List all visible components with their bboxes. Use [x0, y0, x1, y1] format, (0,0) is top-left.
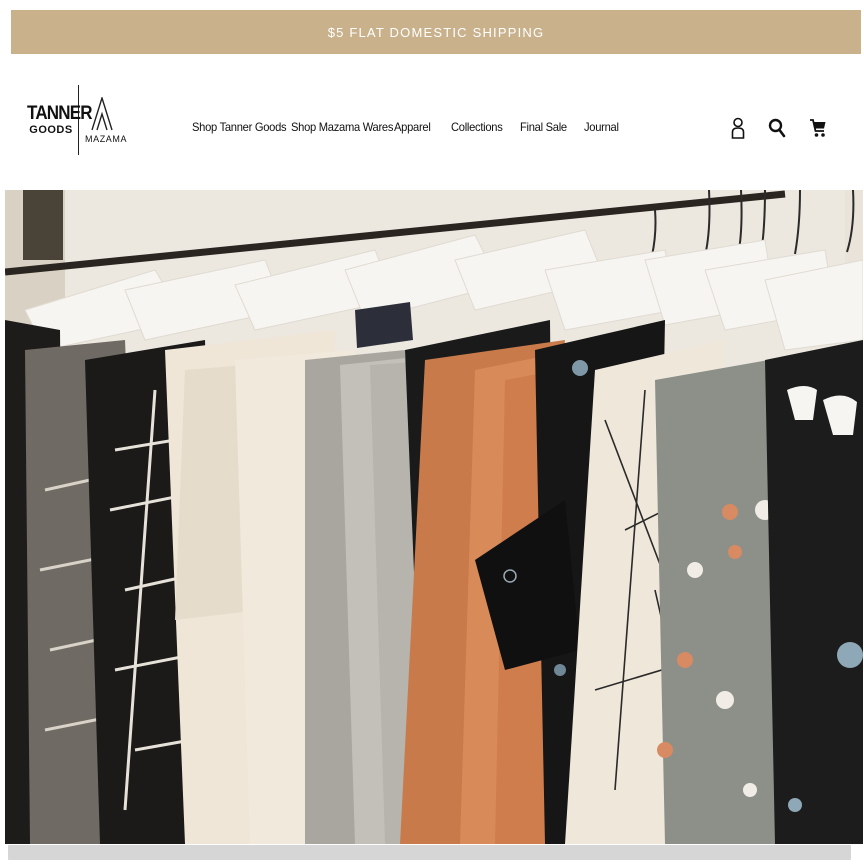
- clothing-rack-photo: [5, 190, 863, 844]
- logo-mazama-text: MAZAMA: [85, 133, 128, 144]
- hero-image: [5, 190, 863, 844]
- logo-tanner-text: TANNER: [27, 101, 93, 124]
- nav-shop-mazama-wares[interactable]: Shop Mazama Wares: [291, 120, 393, 134]
- nav-final-sale[interactable]: Final Sale: [520, 120, 567, 134]
- nav-journal[interactable]: Journal: [584, 120, 619, 134]
- site-header: TANNER GOODS MAZAMA Shop Tanner Goods Sh…: [0, 54, 864, 190]
- site-logo[interactable]: TANNER GOODS MAZAMA: [27, 84, 128, 156]
- promo-banner: $5 FLAT DOMESTIC SHIPPING: [11, 10, 861, 54]
- tanner-goods-logo[interactable]: TANNER GOODS: [27, 101, 93, 136]
- account-icon[interactable]: [727, 116, 749, 140]
- nav-collections[interactable]: Collections: [451, 120, 503, 134]
- mazama-mark-icon: [91, 96, 113, 130]
- horizontal-scrollbar[interactable]: [8, 845, 851, 860]
- nav-apparel[interactable]: Apparel: [394, 120, 431, 134]
- logo-goods-text: GOODS: [29, 124, 73, 136]
- nav-shop-tanner-goods[interactable]: Shop Tanner Goods: [192, 120, 287, 134]
- search-icon[interactable]: [766, 116, 788, 140]
- cart-icon[interactable]: [807, 116, 829, 140]
- promo-banner-text: $5 FLAT DOMESTIC SHIPPING: [327, 24, 545, 40]
